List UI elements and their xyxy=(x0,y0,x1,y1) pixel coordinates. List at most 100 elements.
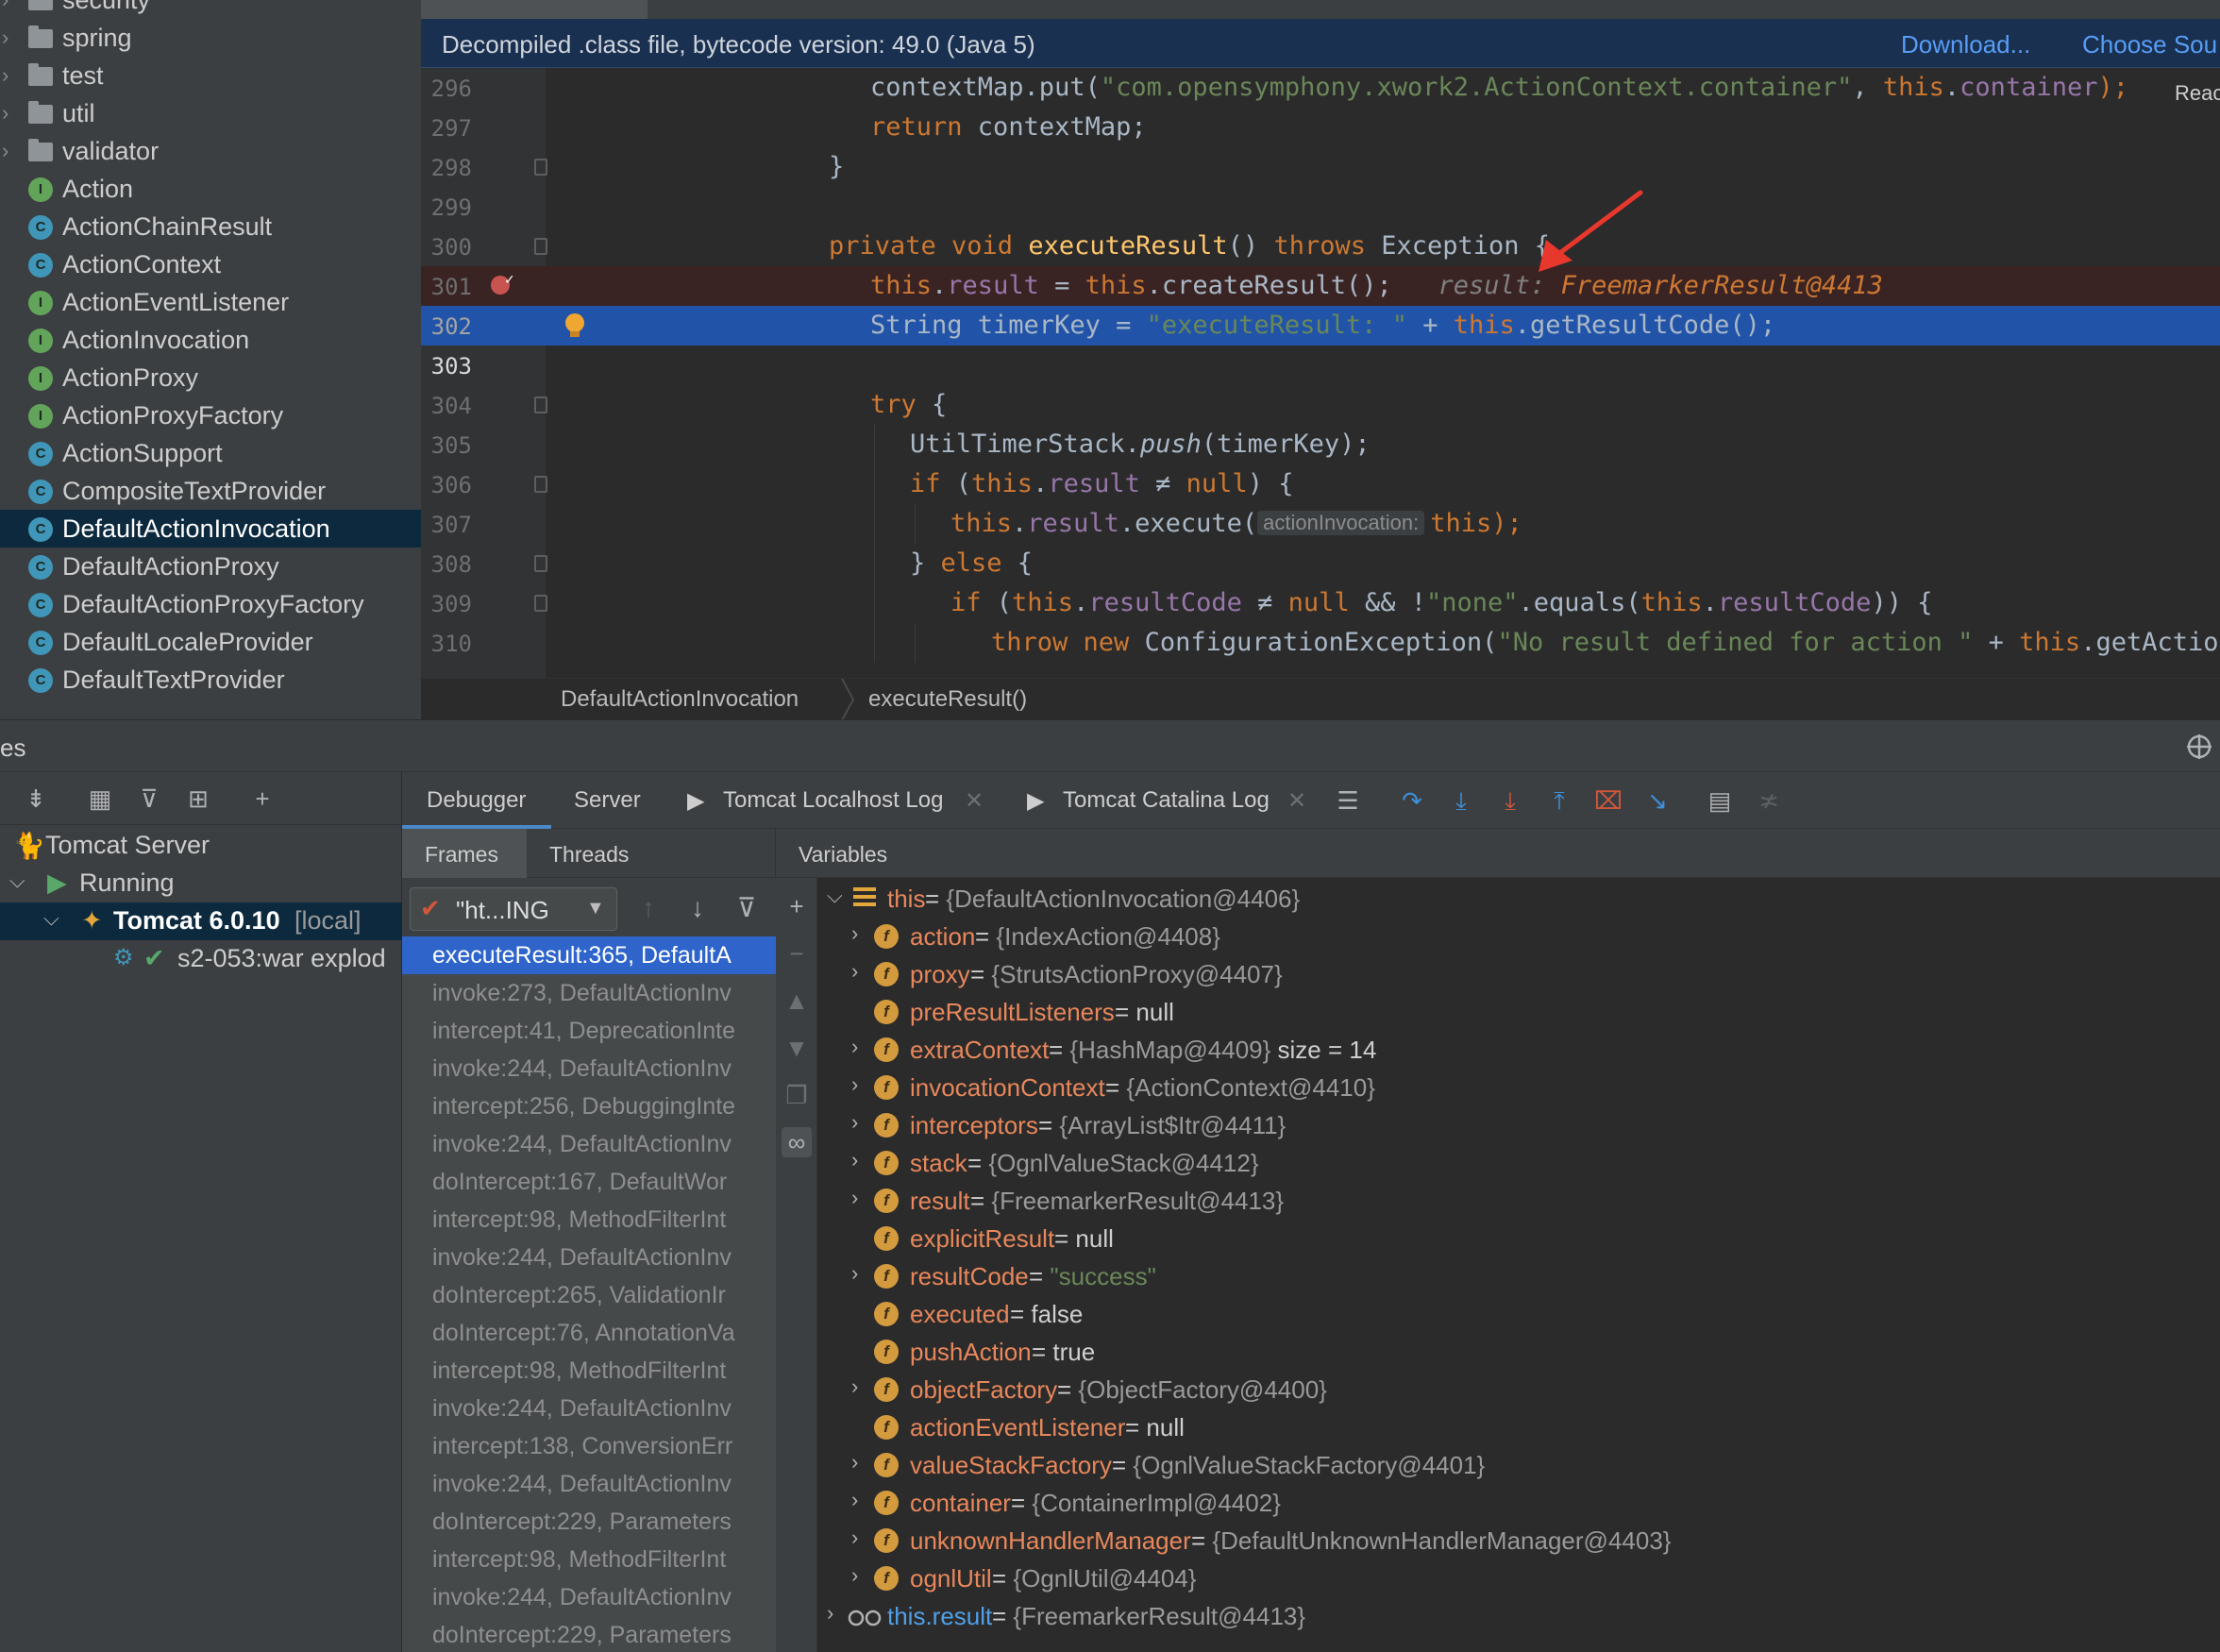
project-tree-item[interactable]: C ActionSupport xyxy=(0,434,421,472)
stack-frame[interactable]: intercept:98, MethodFilterInt xyxy=(402,1352,776,1390)
project-tree-item[interactable]: › security xyxy=(0,0,421,19)
variable-row[interactable]: › f container = {ContainerImpl@4402} xyxy=(817,1484,2220,1522)
stack-frame[interactable]: invoke:244, DefaultActionInv xyxy=(402,1239,776,1276)
chevron-right-icon[interactable]: › xyxy=(2,0,15,12)
copy-icon[interactable]: ❐ xyxy=(782,1080,812,1110)
variable-row[interactable]: › f result = {FreemarkerResult@4413} xyxy=(817,1182,2220,1220)
service-running[interactable]: ⌵ ▶ Running xyxy=(0,865,402,902)
chevron-right-icon[interactable]: › xyxy=(851,1110,858,1135)
variable-row[interactable]: › f invocationContext = {ActionContext@441… xyxy=(817,1069,2220,1106)
stack-frame[interactable]: intercept:98, MethodFilterInt xyxy=(402,1541,776,1578)
remove-icon[interactable]: − xyxy=(782,938,812,969)
menu-icon[interactable]: ☰ xyxy=(1333,785,1363,816)
stack-frame[interactable]: invoke:244, DefaultActionInv xyxy=(402,1050,776,1087)
fold-icon[interactable] xyxy=(534,396,547,413)
fold-icon[interactable] xyxy=(534,159,547,176)
stack-frame[interactable]: invoke:244, DefaultActionInv xyxy=(402,1578,776,1616)
project-tree-item[interactable]: I ActionEventListener xyxy=(0,283,421,321)
collapse-all-icon[interactable]: ⇟ xyxy=(21,784,51,814)
evaluate-expression-icon[interactable]: ▤ xyxy=(1705,785,1735,816)
stack-frame[interactable]: invoke:273, DefaultActionInv xyxy=(402,974,776,1012)
stack-frame[interactable]: doIntercept:265, ValidationIr xyxy=(402,1276,776,1314)
move-up-icon[interactable]: ▲ xyxy=(782,986,812,1016)
project-tree-item[interactable]: I ActionProxy xyxy=(0,359,421,396)
step-over-icon[interactable]: ↷ xyxy=(1397,785,1427,816)
chevron-right-icon[interactable]: › xyxy=(2,139,15,163)
project-tree-item[interactable]: C ActionContext xyxy=(0,245,421,283)
move-down-icon[interactable]: ▼ xyxy=(782,1033,812,1063)
variable-row[interactable]: › f valueStackFactory = {OgnlValueStackFac… xyxy=(817,1446,2220,1484)
stack-frame[interactable]: executeResult:365, DefaultA xyxy=(402,936,776,974)
variable-row[interactable]: › f resultCode = "success" xyxy=(817,1257,2220,1295)
force-step-into-icon[interactable]: ⤓ xyxy=(1495,785,1525,816)
chevron-down-icon[interactable]: ⌵ xyxy=(827,884,843,908)
chevron-right-icon[interactable]: › xyxy=(2,63,15,88)
stack-frame[interactable]: invoke:244, DefaultActionInv xyxy=(402,1390,776,1427)
target-icon[interactable] xyxy=(2186,733,2212,760)
tab-threads[interactable]: Threads xyxy=(549,842,629,868)
project-tree-item[interactable]: I Action xyxy=(0,170,421,208)
run-to-cursor-icon[interactable]: ↘ xyxy=(1642,785,1673,816)
stack-frame[interactable]: doIntercept:76, AnnotationVa xyxy=(402,1314,776,1352)
service-artifact[interactable]: ⚙ ✔ s2-053:war explod xyxy=(0,940,402,978)
filter-icon[interactable]: ⊽ xyxy=(731,889,763,927)
chevron-right-icon[interactable]: › xyxy=(2,25,15,50)
project-tree-item[interactable]: › util xyxy=(0,94,421,132)
stack-frame[interactable]: intercept:256, DebuggingInte xyxy=(402,1087,776,1125)
chevron-right-icon[interactable]: › xyxy=(851,1488,858,1512)
tab-server[interactable]: Server xyxy=(574,787,641,814)
variable-row[interactable]: f pushAction = true xyxy=(817,1333,2220,1371)
variable-row[interactable]: › f stack = {OgnlValueStack@4412} xyxy=(817,1144,2220,1182)
close-icon[interactable]: ✕ xyxy=(1287,787,1306,815)
variable-row[interactable]: › f extraContext = {HashMap@4409} size = 1… xyxy=(817,1031,2220,1069)
project-tree-item[interactable]: C DefaultActionProxy xyxy=(0,548,421,585)
add-icon[interactable]: + xyxy=(247,784,278,814)
add-watch-icon[interactable]: + xyxy=(782,891,812,921)
trace-icon[interactable]: ≭ xyxy=(1754,785,1784,816)
project-tree-item[interactable]: I ActionInvocation xyxy=(0,321,421,359)
variable-row[interactable]: ⌵ this = {DefaultActionInvocation@4406} xyxy=(817,880,2220,918)
chevron-right-icon[interactable]: › xyxy=(851,1148,858,1172)
add-service-icon[interactable]: ⊞ xyxy=(183,784,213,814)
chevron-right-icon[interactable]: › xyxy=(851,1374,858,1399)
chevron-right-icon[interactable]: › xyxy=(2,101,15,126)
variable-row[interactable]: › f interceptors = {ArrayList$Itr@4411} xyxy=(817,1106,2220,1144)
stack-frame[interactable]: invoke:244, DefaultActionInv xyxy=(402,1125,776,1163)
variable-row[interactable]: f actionEventListener = null xyxy=(817,1408,2220,1446)
chevron-right-icon[interactable]: › xyxy=(851,959,858,984)
chevron-right-icon[interactable]: › xyxy=(851,1186,858,1210)
project-tree-item[interactable]: I ActionProxyFactory xyxy=(0,396,421,434)
breadcrumb-method[interactable]: executeResult() xyxy=(868,686,1027,713)
close-icon[interactable]: ✕ xyxy=(965,787,984,815)
chevron-right-icon[interactable]: › xyxy=(851,921,858,946)
step-out-icon[interactable]: ⤒ xyxy=(1544,785,1574,816)
show-watches-icon[interactable]: ∞ xyxy=(782,1127,812,1157)
project-tree-item[interactable]: C CompositeTextProvider xyxy=(0,472,421,510)
project-tree-item[interactable]: › validator xyxy=(0,132,421,170)
chevron-right-icon[interactable]: › xyxy=(827,1601,833,1626)
arrow-up-icon[interactable]: ↑ xyxy=(632,889,664,927)
project-tree-item[interactable]: C ActionChainResult xyxy=(0,208,421,245)
chevron-right-icon[interactable]: › xyxy=(851,1563,858,1588)
code-area[interactable]: 296 contextMap.put("com.opensymphony.xwo… xyxy=(421,68,2220,678)
stack-frame[interactable]: intercept:41, DeprecationInte xyxy=(402,1012,776,1050)
variable-row[interactable]: f executed = false xyxy=(817,1295,2220,1333)
chevron-right-icon[interactable]: › xyxy=(851,1450,858,1475)
chevron-right-icon[interactable]: › xyxy=(851,1261,858,1286)
variable-row[interactable]: › f action = {IndexAction@4408} xyxy=(817,918,2220,955)
editor-tab[interactable] xyxy=(421,0,648,19)
project-tree-item[interactable]: C DefaultActionProxyFactory xyxy=(0,585,421,623)
variable-row[interactable]: › f ognlUtil = {OgnlUtil@4404} xyxy=(817,1559,2220,1597)
thread-selector[interactable]: ✔ "ht...ING ▼ xyxy=(410,887,617,931)
chevron-right-icon[interactable]: › xyxy=(851,1526,858,1550)
download-sources-link[interactable]: Download... xyxy=(1901,30,2030,59)
service-tomcat-server[interactable]: 🐈 Tomcat Server xyxy=(0,827,402,865)
drop-frame-icon[interactable]: ⌧ xyxy=(1593,785,1623,816)
lightbulb-icon[interactable] xyxy=(564,313,585,338)
variable-row[interactable]: › this.result = {FreemarkerResult@4413} xyxy=(817,1597,2220,1635)
project-tree-item[interactable]: C DefaultTextProvider xyxy=(0,661,421,699)
variable-row[interactable]: › f unknownHandlerManager = {DefaultUnknow… xyxy=(817,1522,2220,1559)
variable-row[interactable]: › f proxy = {StrutsActionProxy@4407} xyxy=(817,955,2220,993)
arrow-down-icon[interactable]: ↓ xyxy=(681,889,714,927)
project-tree-item[interactable]: › spring xyxy=(0,19,421,57)
